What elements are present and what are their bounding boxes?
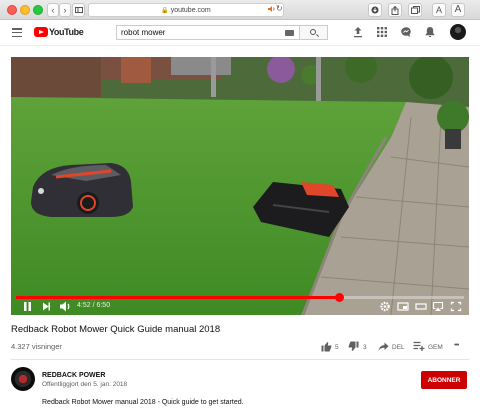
- publish-date: Offentliggjort den 5. jan. 2018: [42, 381, 128, 388]
- search-button[interactable]: [300, 25, 328, 40]
- save-button-label[interactable]: GEM: [428, 344, 443, 351]
- youtube-logo-text[interactable]: YouTube: [49, 27, 84, 37]
- font-larger-button[interactable]: A: [451, 3, 465, 17]
- messages-icon[interactable]: [400, 26, 412, 38]
- progress-bar[interactable]: [16, 293, 464, 302]
- youtube-logo-icon[interactable]: [34, 27, 48, 37]
- video-title: Redback Robot Mower Quick Guide manual 2…: [11, 324, 221, 335]
- miniplayer-icon[interactable]: [397, 300, 409, 313]
- video-frame: [11, 57, 469, 315]
- view-count: 4.327 visninger: [11, 342, 62, 351]
- like-count: 5: [335, 344, 339, 351]
- volume-icon[interactable]: [59, 300, 72, 313]
- sidebar-toggle-icon[interactable]: [72, 3, 85, 17]
- user-avatar[interactable]: [450, 24, 466, 40]
- channel-avatar[interactable]: [11, 367, 35, 391]
- share-button-label[interactable]: DEL: [392, 344, 405, 351]
- upload-icon[interactable]: [352, 26, 364, 38]
- save-playlist-icon[interactable]: [413, 341, 425, 352]
- subscribe-button[interactable]: ABONNER: [421, 371, 467, 389]
- channel-name[interactable]: REDBACK POWER: [42, 372, 105, 379]
- menu-icon[interactable]: [12, 28, 22, 37]
- zoom-window-button[interactable]: [33, 5, 43, 15]
- youtube-header: YouTube robot mower: [0, 20, 480, 46]
- search-input[interactable]: robot mower: [116, 25, 300, 40]
- reload-icon[interactable]: ↻: [276, 4, 283, 13]
- dislike-count: 3: [363, 344, 367, 351]
- time-display: 4:52 / 6:50: [77, 302, 111, 309]
- theater-mode-icon[interactable]: [415, 300, 427, 313]
- forward-button[interactable]: ›: [59, 3, 71, 17]
- next-video-icon[interactable]: [41, 300, 52, 313]
- share-arrow-icon[interactable]: [378, 341, 389, 352]
- search-icon: [310, 29, 316, 35]
- airplay-icon[interactable]: [432, 300, 444, 313]
- back-button[interactable]: ‹: [47, 3, 59, 17]
- progress-played: [16, 296, 339, 299]
- minimize-window-button[interactable]: [20, 5, 30, 15]
- tabs-overview-icon[interactable]: [408, 3, 422, 17]
- fullscreen-icon[interactable]: [450, 300, 462, 313]
- scrubber-handle[interactable]: [334, 293, 344, 302]
- pause-icon[interactable]: [22, 300, 33, 313]
- address-bar-url: youtube.com: [170, 6, 211, 14]
- divider: [11, 359, 469, 360]
- video-player[interactable]: 4:52 / 6:50: [11, 57, 469, 315]
- close-window-button[interactable]: [7, 5, 17, 15]
- notifications-bell-icon[interactable]: [424, 26, 436, 38]
- address-bar[interactable]: 🔒 youtube.com: [88, 3, 284, 17]
- more-actions-icon[interactable]: •••: [454, 342, 459, 349]
- keyboard-icon[interactable]: [285, 30, 294, 36]
- audio-playing-icon[interactable]: [268, 5, 276, 13]
- font-smaller-button[interactable]: A: [432, 3, 446, 17]
- dislike-icon[interactable]: [348, 341, 359, 352]
- browser-toolbar: ‹ › 🔒 youtube.com ↻ A A: [0, 0, 480, 20]
- apps-grid-icon[interactable]: [376, 26, 388, 38]
- lock-icon: 🔒: [161, 7, 169, 14]
- downloads-icon[interactable]: [368, 3, 382, 17]
- like-icon[interactable]: [321, 341, 332, 352]
- share-icon[interactable]: [388, 3, 402, 17]
- settings-gear-icon[interactable]: [379, 300, 391, 313]
- video-description: Redback Robot Mower manual 2018 - Quick …: [42, 399, 244, 406]
